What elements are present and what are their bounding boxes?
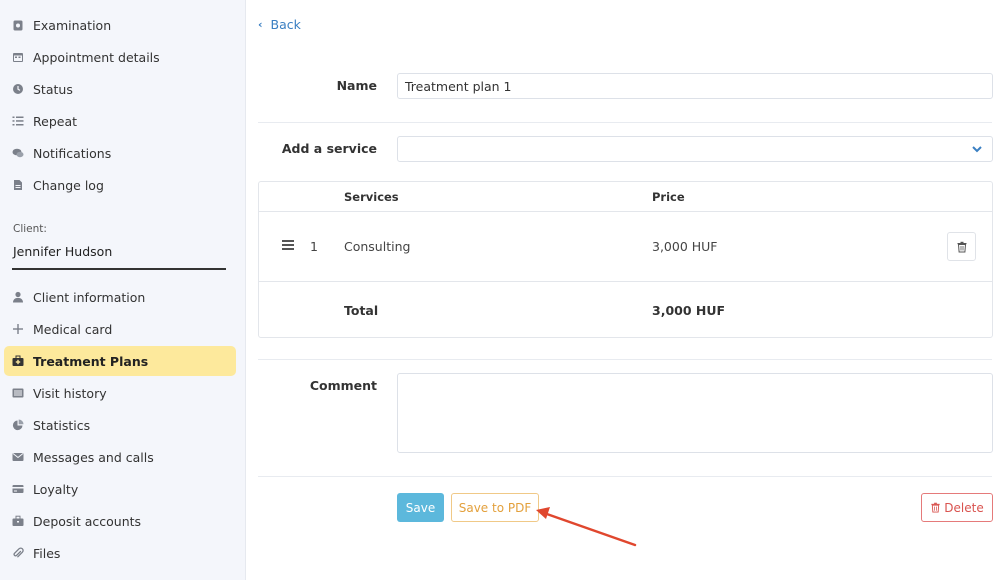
chat-icon	[12, 147, 24, 159]
total-value: 3,000 HUF	[652, 303, 726, 318]
document-icon	[12, 179, 24, 191]
remove-service-button[interactable]	[947, 232, 976, 261]
sidebar-item-label: Messages and calls	[33, 449, 154, 465]
calendar-icon	[12, 51, 24, 63]
services-table: Services Price 1 Consulting 3,000 HUF To…	[258, 181, 993, 338]
trash-icon	[930, 502, 941, 513]
sidebar-item-label: Treatment Plans	[33, 353, 149, 369]
sidebar-item-label: Client information	[33, 289, 146, 305]
total-label: Total	[344, 303, 379, 318]
stethoscope-icon	[12, 19, 24, 31]
name-label: Name	[336, 78, 377, 93]
sidebar-item-visit-history[interactable]: Visit history	[4, 378, 236, 408]
sidebar-item-statistics[interactable]: Statistics	[4, 410, 236, 440]
sidebar-item-label: Examination	[33, 17, 112, 33]
sidebar-item-client-information[interactable]: Client information	[4, 282, 236, 312]
user-icon	[12, 291, 24, 303]
drag-handle-icon[interactable]	[282, 240, 294, 250]
back-label: Back	[270, 17, 301, 32]
delete-label: Delete	[944, 500, 984, 515]
pie-chart-icon	[12, 419, 24, 431]
column-header-price: Price	[652, 190, 685, 204]
sidebar-item-label: Change log	[33, 177, 104, 193]
plus-icon	[12, 323, 24, 335]
client-label: Client:	[13, 223, 47, 235]
sidebar-item-status[interactable]: Status	[4, 74, 236, 104]
credit-card-icon	[12, 483, 24, 495]
sidebar-item-files[interactable]: Files	[4, 538, 236, 568]
save-to-pdf-button[interactable]: Save to PDF	[451, 493, 539, 522]
sidebar-item-label: Statistics	[33, 417, 91, 433]
client-underline	[12, 268, 226, 270]
row-service: Consulting	[344, 239, 411, 254]
add-service-label: Add a service	[281, 141, 377, 156]
row-index: 1	[310, 239, 318, 254]
divider	[258, 476, 992, 477]
name-input[interactable]: Treatment plan 1	[397, 73, 993, 99]
history-list-icon	[12, 387, 24, 399]
sidebar-item-medical-card[interactable]: Medical card	[4, 314, 236, 344]
chevron-down-icon	[971, 143, 983, 155]
sidebar-item-label: Medical card	[33, 321, 113, 337]
sidebar-item-loyalty[interactable]: Loyalty	[4, 474, 236, 504]
list-icon	[12, 115, 24, 127]
sidebar-item-repeat[interactable]: Repeat	[4, 106, 236, 136]
column-header-services: Services	[344, 190, 399, 204]
client-name[interactable]: Jennifer Hudson	[13, 244, 112, 259]
clock-icon	[12, 83, 24, 95]
main-content: ‹ Back Name Treatment plan 1 Add a servi…	[247, 0, 1000, 580]
sidebar: Examination Appointment details Status R…	[0, 0, 246, 580]
divider	[258, 359, 992, 360]
row-price: 3,000 HUF	[652, 239, 718, 254]
comment-label: Comment	[309, 378, 377, 393]
sidebar-item-change-log[interactable]: Change log	[4, 170, 236, 200]
sidebar-item-notifications[interactable]: Notifications	[4, 138, 236, 168]
trash-icon	[957, 241, 966, 252]
sidebar-item-label: Loyalty	[33, 481, 79, 497]
sidebar-item-label: Visit history	[33, 385, 107, 401]
sidebar-item-label: Repeat	[33, 113, 78, 129]
sidebar-item-appointment-details[interactable]: Appointment details	[4, 42, 236, 72]
sidebar-item-messages-and-calls[interactable]: Messages and calls	[4, 442, 236, 472]
briefcase-icon	[12, 515, 24, 527]
sidebar-item-treatment-plans[interactable]: Treatment Plans	[4, 346, 236, 376]
comment-textarea[interactable]	[397, 373, 993, 453]
envelope-icon	[12, 451, 24, 463]
sidebar-item-label: Appointment details	[33, 49, 160, 65]
sidebar-item-label: Status	[33, 81, 73, 97]
paperclip-icon	[12, 547, 24, 559]
sidebar-item-label: Deposit accounts	[33, 513, 142, 529]
table-row-divider	[259, 281, 992, 282]
divider	[258, 122, 992, 123]
sidebar-item-label: Notifications	[33, 145, 112, 161]
sidebar-item-label: Files	[33, 545, 61, 561]
add-service-select[interactable]	[397, 136, 993, 162]
back-link[interactable]: ‹ Back	[258, 17, 301, 32]
delete-button[interactable]: Delete	[921, 493, 993, 522]
chevron-left-icon: ‹	[258, 18, 263, 31]
save-button[interactable]: Save	[397, 493, 444, 522]
annotation-arrow-icon	[536, 507, 637, 547]
sidebar-item-examination[interactable]: Examination	[4, 10, 236, 40]
table-header-divider	[259, 211, 992, 212]
medkit-icon	[12, 355, 24, 367]
sidebar-item-deposit-accounts[interactable]: Deposit accounts	[4, 506, 236, 536]
